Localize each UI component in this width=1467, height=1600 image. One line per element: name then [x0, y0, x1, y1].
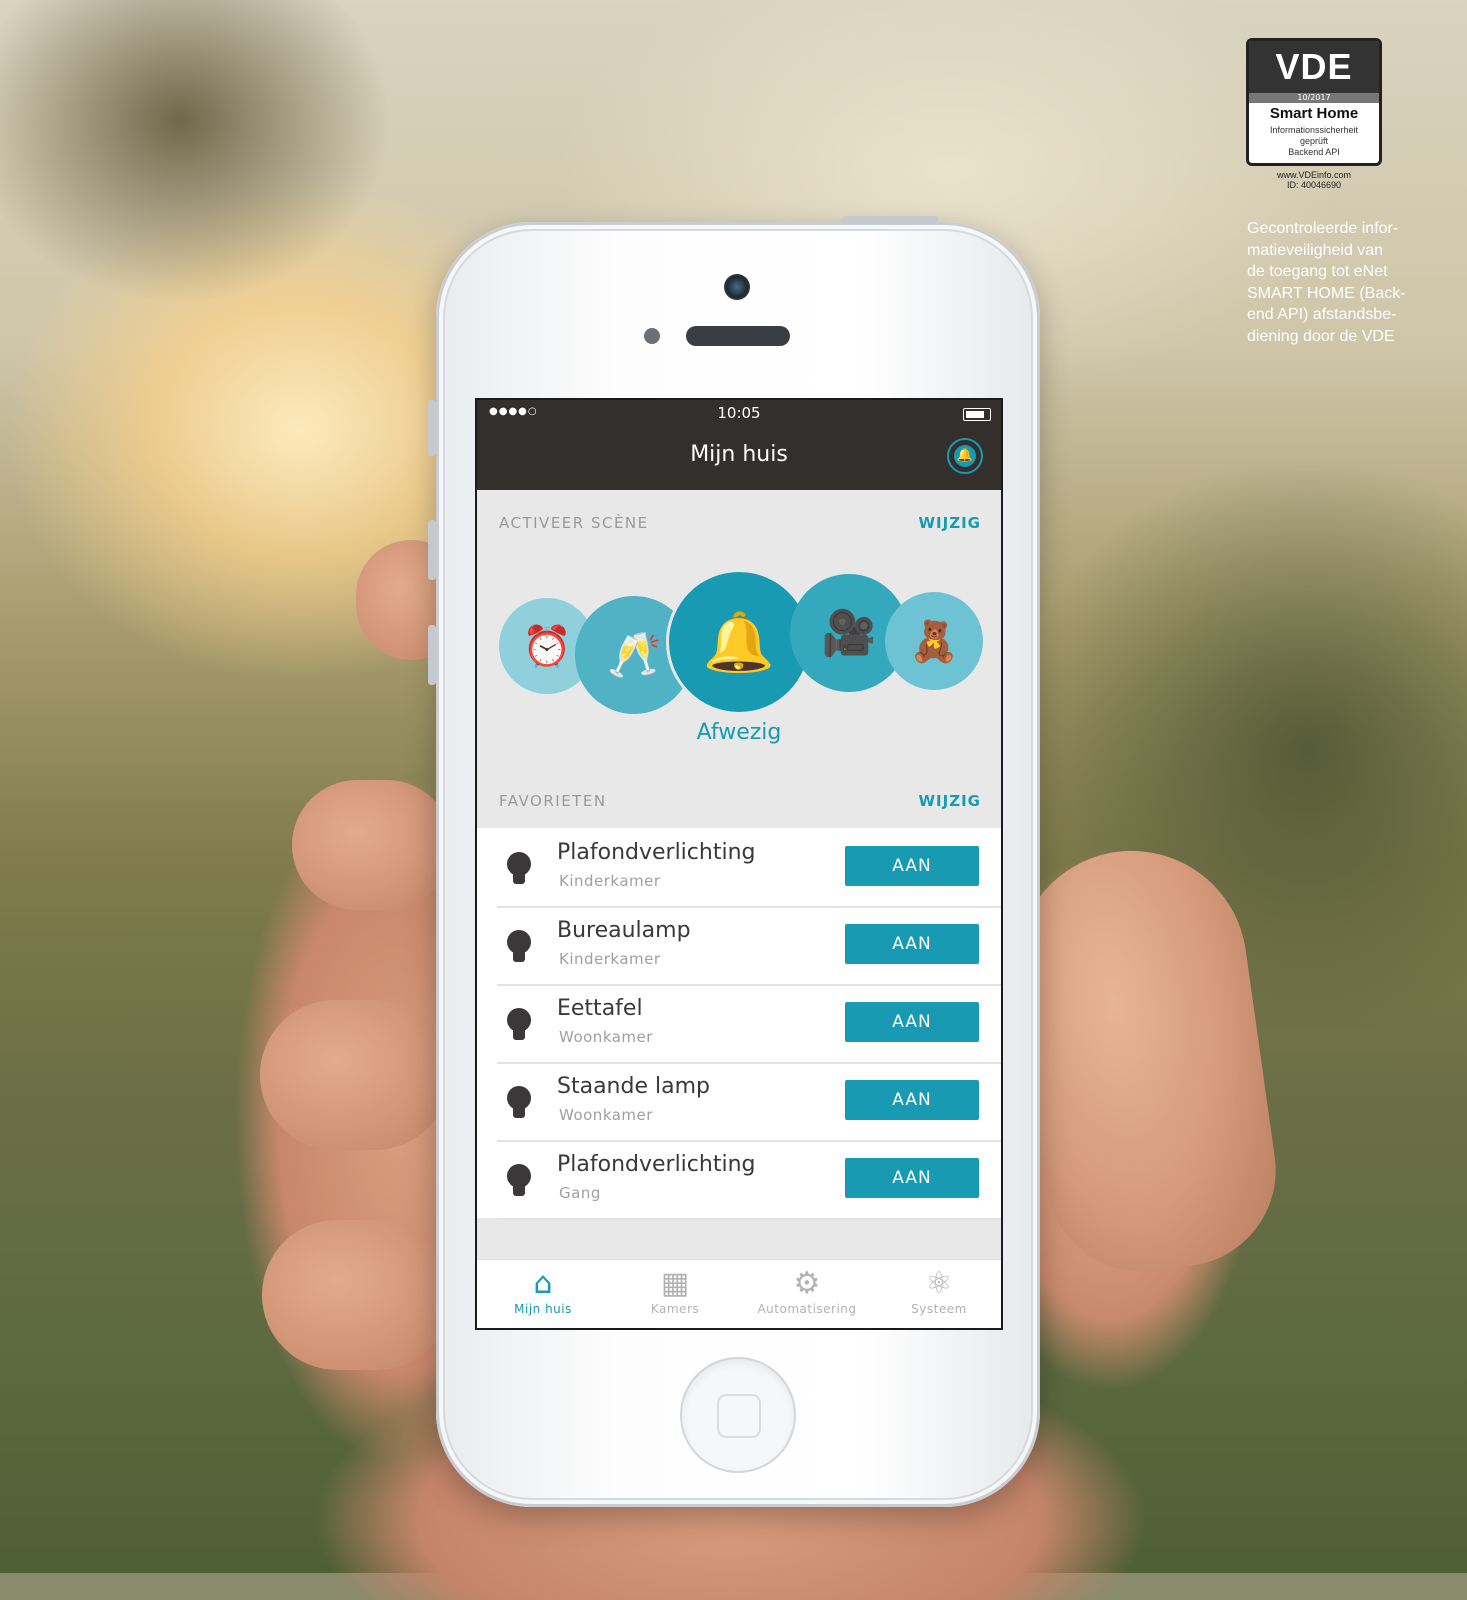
list-item: Staande lamp Woonkamer AAN: [497, 1062, 1001, 1142]
finger: [292, 780, 452, 910]
proximity-sensor: [644, 328, 660, 344]
finger: [260, 1000, 450, 1150]
volume-up-button[interactable]: [428, 520, 436, 580]
scene-away[interactable]: 🔔: [669, 572, 809, 712]
tab-automatisering[interactable]: ⚙ Automatisering: [741, 1266, 873, 1316]
tab-systeem[interactable]: ⚛ Systeem: [873, 1266, 1001, 1316]
network-icon: ⚛: [925, 1266, 953, 1301]
mute-switch[interactable]: [428, 400, 436, 456]
page-title: Mijn huis: [690, 442, 788, 467]
vde-badge: VDE 10/2017 Smart Home Informationssiche…: [1246, 38, 1382, 190]
turn-on-button[interactable]: AAN: [845, 1158, 979, 1198]
rooms-icon: ▦: [660, 1266, 690, 1301]
alarm-siren-icon: 🔔: [702, 607, 776, 676]
device-room: Kinderkamer: [559, 872, 661, 890]
tab-label: Automatisering: [757, 1302, 857, 1316]
device-name: Plafondverlichting: [557, 1152, 756, 1177]
tab-kamers[interactable]: ▦ Kamers: [609, 1266, 741, 1316]
tab-label: Mijn huis: [514, 1302, 572, 1316]
active-scene-name: Afwezig: [696, 720, 782, 745]
finger: [262, 1220, 452, 1370]
turn-on-button[interactable]: AAN: [845, 924, 979, 964]
robot-icon: ⚙: [793, 1266, 821, 1301]
tab-label: Systeem: [911, 1302, 967, 1316]
device-name: Staande lamp: [557, 1074, 710, 1099]
tab-bar: ⌂ Mijn huis ▦ Kamers ⚙ Automatisering ⚛ …: [477, 1259, 1001, 1328]
nav-bar: Mijn huis 🔔: [477, 428, 1001, 490]
turn-on-button[interactable]: AAN: [845, 1002, 979, 1042]
device-room: Gang: [559, 1184, 601, 1202]
bulb-icon: [507, 852, 531, 884]
vde-site: www.VDEinfo.com: [1276, 170, 1352, 180]
scene-teddy-bear[interactable]: 🧸: [885, 592, 983, 690]
battery-icon: [963, 408, 991, 421]
vde-seal: VDE 10/2017 Smart Home Informationssiche…: [1246, 38, 1382, 166]
device-name: Eettafel: [557, 996, 643, 1021]
earpiece-speaker: [686, 326, 790, 346]
tab-label: Kamers: [650, 1302, 700, 1316]
volume-down-button[interactable]: [428, 625, 436, 685]
favorites-edit-link[interactable]: WIJZIG: [919, 792, 981, 810]
turn-on-button[interactable]: AAN: [845, 1080, 979, 1120]
bulb-icon: [507, 1008, 531, 1040]
bell-icon: 🔔: [954, 445, 976, 467]
vde-date: 10/2017: [1249, 93, 1379, 103]
alarm-clock-icon: ⏰: [522, 623, 572, 670]
status-time: 10:05: [717, 404, 761, 422]
home-icon: ⌂: [533, 1266, 553, 1301]
vde-line: Backend API: [1288, 147, 1340, 157]
turn-on-button[interactable]: AAN: [845, 846, 979, 886]
vde-line: geprüft: [1299, 136, 1329, 146]
app-screen: ●●●●○ 10:05 Mijn huis 🔔 ACTIVEER SCÈNE W…: [475, 398, 1003, 1330]
favorites-list: Plafondverlichting Kinderkamer AAN Burea…: [477, 828, 1001, 1220]
list-item: Eettafel Woonkamer AAN: [497, 984, 1001, 1064]
device-name: Plafondverlichting: [557, 840, 756, 865]
list-item: Plafondverlichting Kinderkamer AAN: [497, 828, 1001, 908]
device-room: Woonkamer: [559, 1106, 653, 1124]
bulb-icon: [507, 930, 531, 962]
device-name: Bureaulamp: [557, 918, 691, 943]
power-button[interactable]: [842, 216, 938, 224]
list-item: Bureaulamp Kinderkamer AAN: [497, 906, 1001, 986]
notifications-button[interactable]: 🔔: [947, 438, 983, 474]
scene-edit-link[interactable]: WIJZIG: [919, 514, 981, 532]
vde-id: ID: 40046690: [1286, 180, 1342, 190]
vde-line: Informationssicherheit: [1269, 125, 1359, 135]
home-button-square: [717, 1394, 761, 1438]
video-camera-icon: 🎥: [821, 608, 877, 659]
device-room: Woonkamer: [559, 1028, 653, 1046]
vde-title: Smart Home: [1269, 105, 1359, 122]
front-camera: [724, 274, 750, 300]
tab-mijn-huis[interactable]: ⌂ Mijn huis: [477, 1266, 609, 1316]
vde-brand: VDE: [1249, 41, 1379, 93]
list-item: Plafondverlichting Gang AAN: [497, 1140, 1001, 1220]
home-button[interactable]: [680, 1357, 796, 1473]
bulb-icon: [507, 1164, 531, 1196]
wine-glasses-icon: 🥂: [606, 630, 662, 681]
favorites-section-label: FAVORIETEN: [499, 792, 607, 810]
scene-section-label: ACTIVEER SCÈNE: [499, 514, 649, 532]
badge-caption: Gecontroleerde infor- matieveiligheid va…: [1247, 220, 1406, 345]
device-room: Kinderkamer: [559, 950, 661, 968]
bulb-icon: [507, 1086, 531, 1118]
status-bar: ●●●●○ 10:05: [477, 400, 1001, 428]
teddy-bear-icon: 🧸: [909, 618, 959, 665]
